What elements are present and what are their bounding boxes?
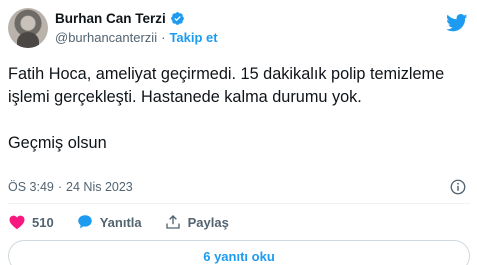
tweet-body: Fatih Hoca, ameliyat geçirmedi. 15 dakik… (8, 63, 470, 155)
tweet-time: ÖS 3:49 (8, 180, 54, 194)
read-replies-button[interactable]: 6 yanıtı oku (8, 240, 470, 265)
follow-button[interactable]: Takip et (169, 30, 217, 45)
share-label: Paylaş (187, 214, 229, 230)
heart-icon (9, 215, 25, 230)
author-handle[interactable]: @burhancanterzii (55, 30, 157, 45)
tweet-actions: 510 Yanıtla Paylaş (8, 210, 251, 234)
reply-button[interactable]: Yanıtla (76, 213, 142, 231)
tweet-header: Burhan Can Terzi @burhancanterzii · Taki… (8, 8, 468, 56)
reply-label: Yanıtla (99, 214, 142, 230)
info-icon[interactable] (449, 178, 467, 196)
tweet-paragraph: Fatih Hoca, ameliyat geçirmedi. 15 dakik… (8, 65, 445, 106)
author-display-name[interactable]: Burhan Can Terzi (55, 11, 166, 26)
share-upload-icon (165, 215, 180, 229)
verified-badge-icon (170, 12, 184, 25)
speech-bubble-icon (77, 215, 92, 229)
tweet-paragraph: Geçmiş olsun (8, 134, 107, 152)
divider (8, 203, 470, 204)
tweet-date: 24 Nis 2023 (66, 180, 133, 194)
like-button[interactable]: 510 (8, 213, 54, 231)
like-count: 510 (32, 214, 54, 230)
tweet-timestamp[interactable]: ÖS 3:49 · 24 Nis 2023 (8, 180, 133, 194)
author-handle-row: @burhancanterzii · Takip et (55, 30, 218, 45)
twitter-bird-icon[interactable] (446, 14, 468, 32)
avatar[interactable] (8, 8, 48, 48)
share-button[interactable]: Paylaş (164, 213, 229, 231)
author-name-row: Burhan Can Terzi (55, 11, 185, 26)
handle-separator: · (161, 30, 166, 45)
timestamp-separator: · (57, 180, 63, 194)
